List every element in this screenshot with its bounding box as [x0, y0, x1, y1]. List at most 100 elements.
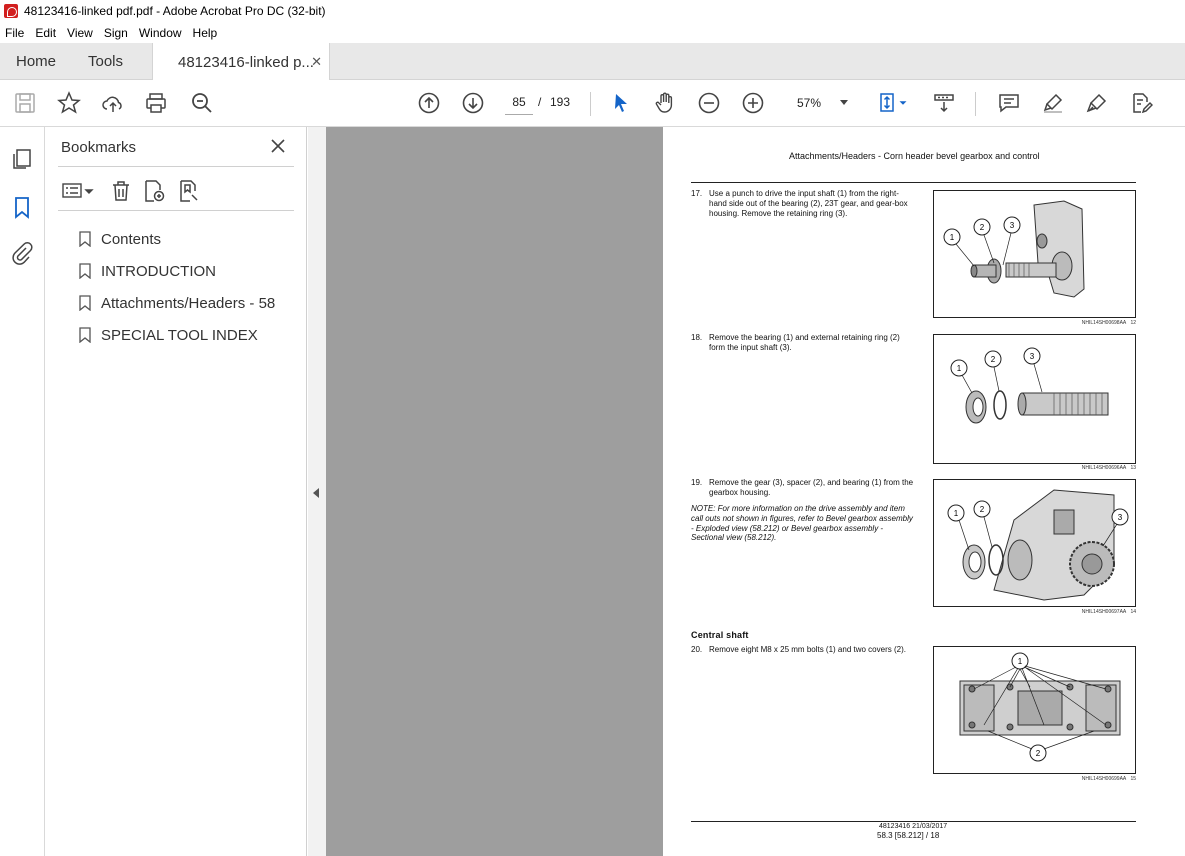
bearing-shaft-illustration: 1 2 3 [950, 347, 1109, 424]
note-text: NOTE: For more information on the drive … [691, 504, 913, 543]
figure-callout: 2 [1036, 749, 1041, 758]
tab-bar: Home Tools 48123416-linked p... ✕ [0, 43, 1185, 81]
highlight-pen-icon[interactable] [1040, 90, 1066, 116]
figure-14: 1 2 3 [933, 479, 1136, 607]
zoom-in-icon[interactable] [740, 90, 766, 116]
bookmark-attachments-headers[interactable]: Attachments/Headers - 58 [75, 287, 275, 319]
collapse-arrow-icon [313, 488, 319, 498]
figure-callout: 1 [954, 509, 959, 518]
tab-home[interactable]: Home [16, 43, 56, 80]
step-text: Remove the gear (3), spacer (2), and bea… [709, 478, 914, 497]
menu-bar: File Edit View Sign Window Help [0, 22, 1185, 43]
bookmark-options-icon[interactable] [61, 179, 95, 203]
edit-pdf-icon[interactable] [1128, 90, 1154, 116]
figure-15-caption: NHIL14SH00699AA 15 [1033, 776, 1136, 782]
page-number-input[interactable]: 85 [505, 90, 533, 115]
bookmark-list: Contents INTRODUCTION Attachments/Header… [75, 223, 275, 351]
window-title: 48123416-linked pdf.pdf - Adobe Acrobat … [24, 4, 326, 18]
figure-code: NHIL14SH00698AA [1081, 320, 1127, 326]
figure-12-caption: NHIL14SH00698AA 12 [1033, 320, 1136, 326]
step-20: 20. Remove eight M8 x 25 mm bolts (1) an… [691, 645, 915, 655]
document-workspace[interactable]: Attachments/Headers - Corn header bevel … [326, 127, 1185, 856]
figure-number: 15 [1130, 776, 1136, 782]
bookmark-icon [79, 231, 91, 247]
bookmark-label: SPECIAL TOOL INDEX [101, 326, 258, 344]
close-icon[interactable] [269, 137, 287, 155]
bookmarks-toolbar [58, 175, 294, 211]
bookmark-introduction[interactable]: INTRODUCTION [75, 255, 275, 287]
cover-bolts-illustration: 1 2 [959, 652, 1121, 762]
comment-icon[interactable] [996, 90, 1022, 116]
new-bookmark-icon[interactable] [142, 179, 166, 203]
step-number: 17. [691, 189, 703, 198]
step-text: Remove eight M8 x 25 mm bolts (1) and tw… [709, 645, 906, 654]
delete-bookmark-icon[interactable] [109, 179, 133, 203]
figure-13-caption: NHIL14SH00696AA 13 [1033, 465, 1136, 471]
bookmark-icon [79, 263, 91, 279]
page-separator: / [538, 95, 542, 109]
tab-tools[interactable]: Tools [88, 43, 123, 80]
acrobat-logo-icon [4, 4, 18, 18]
bookmark-label: INTRODUCTION [101, 262, 216, 280]
bookmark-icon [79, 327, 91, 343]
zoom-out-icon[interactable] [696, 90, 722, 116]
attachments-paperclip-icon[interactable] [10, 241, 34, 265]
print-icon[interactable] [143, 90, 169, 116]
save-icon[interactable] [12, 90, 38, 116]
bookmark-label: Contents [101, 230, 162, 248]
page-footer-date: 48123416 21/03/2017 [879, 823, 948, 830]
menu-edit[interactable]: Edit [35, 26, 56, 40]
sign-pen-icon[interactable] [1084, 90, 1110, 116]
figure-number: 13 [1130, 465, 1136, 471]
figure-callout: 1 [950, 233, 955, 242]
bookmark-contents[interactable]: Contents [75, 223, 275, 255]
figure-callout: 2 [980, 223, 985, 232]
menu-sign[interactable]: Sign [104, 26, 128, 40]
figure-callout: 3 [1010, 221, 1015, 230]
figure-number: 12 [1130, 320, 1136, 326]
menu-view[interactable]: View [67, 26, 93, 40]
bookmark-search-icon[interactable] [177, 179, 201, 203]
tab-document[interactable]: 48123416-linked p... ✕ [152, 43, 330, 81]
step-18: 18. Remove the bearing (1) and external … [691, 333, 915, 353]
step-17: 17. Use a punch to drive the input shaft… [691, 189, 915, 218]
zoom-level-value: 57% [797, 95, 822, 110]
zoom-level-select[interactable]: 57% [790, 90, 854, 115]
figure-code: NHIL14SH00697AA [1081, 609, 1127, 615]
zoom-search-icon[interactable] [189, 90, 215, 116]
star-icon[interactable] [56, 90, 82, 116]
bookmarks-panel: Bookmarks Contents INTRODUCTION Attachme… [45, 127, 307, 856]
gear-housing-illustration: 1 2 3 [947, 489, 1129, 601]
previous-page-icon[interactable] [416, 90, 442, 116]
menu-file[interactable]: File [5, 26, 24, 40]
hand-tool-icon[interactable] [652, 90, 678, 116]
select-cursor-icon[interactable] [608, 90, 634, 116]
bookmark-label: Attachments/Headers - 58 [101, 294, 276, 312]
toolbar-divider [590, 92, 591, 116]
menu-window[interactable]: Window [139, 26, 182, 40]
figure-15: 1 2 [933, 646, 1136, 774]
page-thumbnails-icon[interactable] [10, 147, 34, 171]
step-19: 19. Remove the gear (3), spacer (2), and… [691, 478, 915, 498]
figure-callout: 2 [991, 355, 996, 364]
figure-code: NHIL14SH00699AA [1081, 776, 1127, 782]
figure-14-caption: NHIL14SH00697AA 14 [1033, 609, 1136, 615]
menu-help[interactable]: Help [193, 26, 218, 40]
section-heading: Central shaft [691, 630, 749, 640]
title-bar: 48123416-linked pdf.pdf - Adobe Acrobat … [0, 0, 1185, 22]
close-tab-icon[interactable]: ✕ [311, 54, 322, 70]
fit-dropdown-icon[interactable] [896, 90, 910, 116]
bookmark-special-tool-index[interactable]: SPECIAL TOOL INDEX [75, 319, 275, 351]
next-page-icon[interactable] [460, 90, 486, 116]
total-pages: 193 [550, 95, 571, 109]
upload-cloud-icon[interactable] [100, 90, 126, 116]
scroll-mode-icon[interactable] [931, 90, 957, 116]
panel-collapse-handle[interactable] [308, 127, 326, 856]
step-number: 20. [691, 645, 703, 654]
figure-callout: 1 [1018, 657, 1023, 666]
bookmark-icon [79, 295, 91, 311]
main-toolbar: 85 / 193 57% [0, 80, 1185, 127]
bookmarks-panel-icon[interactable] [10, 195, 34, 219]
bookmarks-title: Bookmarks [61, 139, 137, 156]
input-shaft-illustration: 1 2 3 [943, 200, 1085, 298]
